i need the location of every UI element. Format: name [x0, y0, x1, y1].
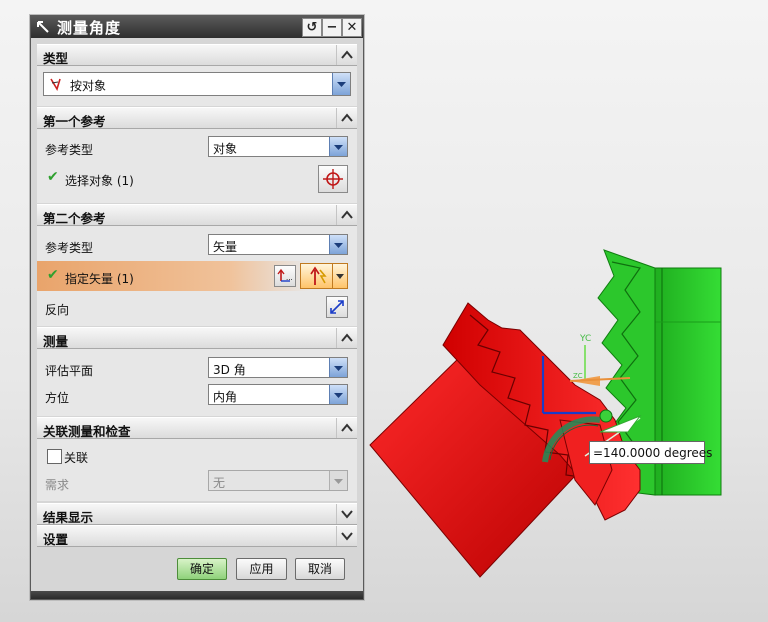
- eval-plane-label: 评估平面: [45, 364, 94, 378]
- zc-axis-label: ZC: [573, 372, 583, 380]
- red-gear-part[interactable]: [369, 302, 641, 578]
- second-ref-type-label: 参考类型: [45, 241, 94, 255]
- apply-button[interactable]: 应用: [236, 558, 287, 580]
- reverse-direction-icon: [330, 300, 344, 314]
- close-button[interactable]: ✕: [342, 18, 362, 37]
- collapse-chevron-up-icon[interactable]: [336, 108, 357, 128]
- reverse-direction-button[interactable]: [326, 296, 348, 318]
- first-ref-type-select[interactable]: 对象: [208, 136, 348, 157]
- yc-axis-label: YC: [579, 334, 591, 344]
- reverse-direction-label: 反向: [45, 303, 70, 317]
- orientation-label: 方位: [45, 391, 70, 405]
- collapse-chevron-up-icon[interactable]: [336, 328, 357, 348]
- dialog-bottom-bar: [31, 591, 363, 599]
- section-assoc-header[interactable]: 关联测量和检查: [37, 417, 357, 439]
- section-first-ref-header[interactable]: 第一个参考: [37, 107, 357, 129]
- assoc-checkbox[interactable]: [47, 449, 62, 464]
- dropdown-arrow-icon[interactable]: [329, 358, 347, 377]
- vector-dialog-button[interactable]: ...: [274, 265, 296, 287]
- section-first-ref-title: 第一个参考: [43, 114, 106, 129]
- require-select: 无: [208, 470, 348, 491]
- section-result-display-title: 结果显示: [43, 510, 94, 525]
- section-second-ref-title: 第二个参考: [43, 211, 106, 226]
- vector-dialog-icon: ...: [277, 268, 293, 282]
- section-first-ref-body: 参考类型 对象 ✔ 选择对象 (1): [37, 129, 357, 203]
- dropdown-arrow-icon[interactable]: [329, 235, 347, 254]
- assoc-checkbox-label: 关联: [64, 451, 89, 465]
- section-measure-header[interactable]: 测量: [37, 327, 357, 349]
- type-dropdown-arrow-icon[interactable]: [332, 73, 350, 95]
- section-second-ref-header[interactable]: 第二个参考: [37, 204, 357, 226]
- collapse-chevron-up-icon[interactable]: [336, 418, 357, 438]
- eval-plane-select[interactable]: 3D 角: [208, 357, 348, 378]
- require-value: 无: [213, 476, 226, 490]
- dropdown-arrow-icon: [329, 471, 347, 490]
- crosshair-icon: [323, 169, 343, 189]
- expand-chevron-down-icon[interactable]: [336, 526, 357, 546]
- section-type-title: 类型: [43, 51, 69, 66]
- minimize-button[interactable]: −: [322, 18, 342, 37]
- expand-chevron-down-icon[interactable]: [336, 504, 357, 524]
- dropdown-arrow-icon[interactable]: [329, 385, 347, 404]
- type-select-value: 按对象: [70, 79, 107, 93]
- eval-plane-value: 3D 角: [213, 363, 246, 377]
- select-object-button[interactable]: [318, 165, 348, 193]
- inferred-vector-dropdown-icon[interactable]: [332, 264, 347, 288]
- second-ref-type-value: 矢量: [213, 240, 238, 254]
- section-measure-body: 评估平面 3D 角 方位 内角: [37, 349, 357, 416]
- section-settings-title: 设置: [43, 532, 69, 547]
- section-result-display-header[interactable]: 结果显示: [37, 503, 357, 525]
- svg-text:...: ...: [286, 274, 293, 282]
- specify-vector-row[interactable]: ✔ 指定矢量 (1) ...: [37, 261, 357, 291]
- collapse-chevron-up-icon[interactable]: [336, 205, 357, 225]
- angle-by-object-icon: [50, 78, 61, 91]
- first-ref-type-label: 参考类型: [45, 143, 94, 157]
- inferred-vector-icon: [310, 266, 327, 285]
- require-label: 需求: [45, 478, 70, 492]
- dialog-title: 测量角度: [57, 19, 122, 37]
- cancel-button[interactable]: 取消: [295, 558, 345, 580]
- section-assoc-body: 关联 需求 无: [37, 439, 357, 501]
- ok-button[interactable]: 确定: [177, 558, 227, 580]
- first-ref-type-value: 对象: [213, 142, 238, 156]
- checkmark-icon: ✔: [47, 169, 59, 185]
- inferred-vector-button[interactable]: [300, 263, 348, 289]
- dialog-titlebar[interactable]: 测量角度 ↺ − ✕: [31, 16, 363, 38]
- specify-vector-label: 指定矢量 (1): [65, 272, 134, 286]
- section-type-header[interactable]: 类型: [37, 44, 357, 66]
- collapse-chevron-up-icon[interactable]: [336, 45, 357, 65]
- measure-angle-dialog: 测量角度 ↺ − ✕ 类型 按对象 第一个参考 参考类型 对象 ✔ 选择对象 (…: [30, 15, 364, 600]
- second-ref-type-select[interactable]: 矢量: [208, 234, 348, 255]
- dropdown-arrow-icon[interactable]: [329, 137, 347, 156]
- orientation-select[interactable]: 内角: [208, 384, 348, 405]
- section-assoc-title: 关联测量和检查: [43, 424, 131, 439]
- section-measure-title: 测量: [43, 334, 69, 349]
- section-type-body: 按对象: [37, 66, 357, 106]
- reset-button[interactable]: ↺: [302, 18, 322, 37]
- section-second-ref-body: 参考类型 矢量 ✔ 指定矢量 (1) ... 反向: [37, 226, 357, 326]
- angle-readout-text: =140.0000 degrees: [593, 446, 713, 460]
- select-object-label[interactable]: 选择对象 (1): [65, 172, 134, 189]
- orientation-value: 内角: [213, 390, 238, 404]
- measure-angle-logo-icon: [37, 21, 49, 33]
- type-select[interactable]: 按对象: [43, 72, 351, 96]
- section-settings-header[interactable]: 设置: [37, 525, 357, 547]
- checkmark-icon: ✔: [47, 267, 59, 283]
- angle-readout: =140.0000 degrees: [589, 441, 712, 464]
